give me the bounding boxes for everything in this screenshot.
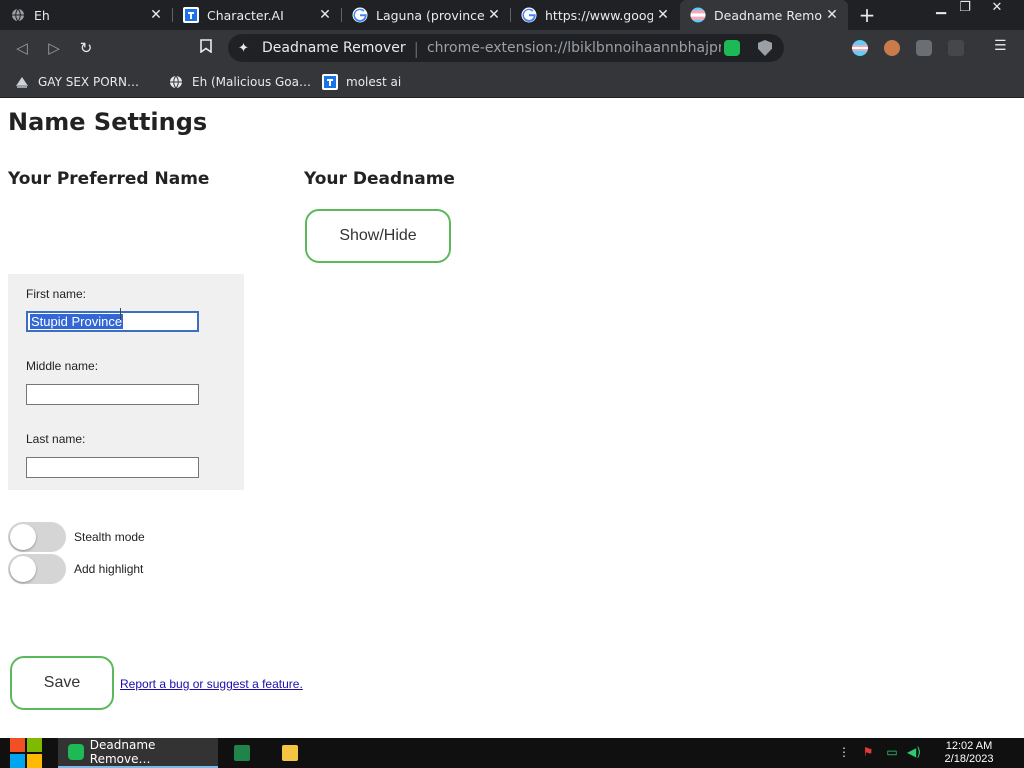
flag-icon[interactable]: ⚑ xyxy=(860,745,876,761)
tab-title: Eh xyxy=(34,7,50,23)
show-hide-button[interactable]: Show/Hide xyxy=(305,209,451,263)
google-icon xyxy=(352,7,368,23)
deadname-remover-app-icon xyxy=(68,744,84,760)
tab-strip: Eh ✕ Character.AI ✕ Laguna (province) - … xyxy=(0,0,1024,30)
bookmark-item[interactable]: GAY SEX PORN… xyxy=(14,73,139,91)
window-close-icon[interactable]: ✕ xyxy=(982,0,1012,18)
toggle-knob xyxy=(10,524,36,550)
bookmark-label: GAY SEX PORN… xyxy=(38,75,139,89)
extension-puzzle-icon: ✦ xyxy=(238,40,249,56)
deadname-remover-extension-icon[interactable] xyxy=(724,40,740,56)
back-icon[interactable]: ◁ xyxy=(12,38,32,58)
preferred-name-form: First name: Stupid Province Middle name:… xyxy=(8,274,244,490)
add-highlight-toggle[interactable] xyxy=(8,554,66,584)
forward-icon[interactable]: ▷ xyxy=(44,38,64,58)
globe-icon xyxy=(10,7,26,23)
tab-title: https://www.google. xyxy=(545,7,653,23)
browser-toolbar: ◁ ▷ ↻ ✦ Deadname Remover | chrome-extens… xyxy=(0,30,1024,66)
ublock-icon[interactable] xyxy=(916,40,932,56)
last-name-label: Last name: xyxy=(26,432,86,446)
close-icon[interactable]: ✕ xyxy=(653,7,673,23)
trans-flag-icon xyxy=(690,7,706,23)
stealth-mode-row: Stealth mode xyxy=(8,522,145,552)
character-ai-icon xyxy=(322,74,338,90)
character-ai-icon xyxy=(183,7,199,23)
address-page-name: Deadname Remover xyxy=(262,40,406,56)
sheets-app-icon[interactable] xyxy=(234,745,250,761)
deadname-heading: Your Deadname xyxy=(304,169,455,189)
bookmark-item[interactable]: Eh (Malicious Goa… xyxy=(168,73,311,91)
bookmark-label: molest ai xyxy=(346,75,402,89)
windows-start-icon[interactable] xyxy=(10,738,44,768)
address-separator: | xyxy=(413,38,419,58)
middle-name-label: Middle name: xyxy=(26,359,99,373)
windows-taskbar: Deadname Remove… ⋮ ⚑ ▭ ◀) 12:02 AM 2/18/… xyxy=(0,738,1024,768)
globe-icon xyxy=(168,74,184,90)
system-clock[interactable]: 12:02 AM 2/18/2023 xyxy=(932,740,1006,766)
add-highlight-label: Add highlight xyxy=(74,562,144,576)
close-icon[interactable]: ✕ xyxy=(822,7,842,23)
shield-icon[interactable] xyxy=(758,40,772,56)
avatar-extension-icon[interactable] xyxy=(884,40,900,56)
clock-time: 12:02 AM xyxy=(945,740,993,752)
tab-laguna[interactable]: Laguna (province) - ✕ xyxy=(342,0,510,30)
tab-character-ai[interactable]: Character.AI ✕ xyxy=(173,0,341,30)
stealth-mode-label: Stealth mode xyxy=(74,530,145,544)
bookmark-star-icon[interactable] xyxy=(196,38,216,58)
bookmarks-bar: GAY SEX PORN… Eh (Malicious Goa… molest … xyxy=(0,66,1024,98)
volume-icon[interactable]: ◀) xyxy=(906,745,922,761)
toggle-knob xyxy=(10,556,36,582)
menu-icon[interactable]: ☰ xyxy=(994,38,1007,54)
google-icon xyxy=(521,7,537,23)
clock-date: 2/18/2023 xyxy=(944,753,994,765)
preferred-name-heading: Your Preferred Name xyxy=(8,169,210,189)
tab-deadname-remover[interactable]: Deadname Remover ✕ xyxy=(680,0,848,30)
first-name-label: First name: xyxy=(26,287,87,301)
tab-google[interactable]: https://www.google. ✕ xyxy=(511,0,679,30)
extension-icon[interactable] xyxy=(948,40,964,56)
close-icon[interactable]: ✕ xyxy=(315,7,335,23)
last-name-input[interactable] xyxy=(26,457,199,478)
page-title: Name Settings xyxy=(8,108,208,136)
address-url: chrome-extension://lbiklbnnoihaannbhajpm… xyxy=(426,40,721,56)
tab-title: Laguna (province) - xyxy=(376,7,484,23)
tab-eh[interactable]: Eh ✕ xyxy=(0,0,172,30)
text-cursor-icon xyxy=(120,308,122,320)
restore-icon[interactable]: ❐ xyxy=(950,0,980,18)
close-icon[interactable]: ✕ xyxy=(146,7,166,23)
tab-title: Character.AI xyxy=(207,7,284,23)
tab-title: Deadname Remover xyxy=(714,7,822,23)
stealth-mode-toggle[interactable] xyxy=(8,522,66,552)
save-button[interactable]: Save xyxy=(10,656,114,710)
middle-name-input[interactable] xyxy=(26,384,199,405)
first-name-input[interactable]: Stupid Province xyxy=(26,311,199,332)
add-highlight-row: Add highlight xyxy=(8,554,143,584)
trans-flag-extension-icon[interactable] xyxy=(852,40,868,56)
taskbar-app-label: Deadname Remove… xyxy=(89,738,156,766)
report-bug-link[interactable]: Report a bug or suggest a feature. xyxy=(120,677,303,691)
file-explorer-icon[interactable] xyxy=(282,745,298,761)
close-icon[interactable]: ✕ xyxy=(484,7,504,23)
bookmark-item[interactable]: molest ai xyxy=(322,73,401,91)
taskbar-deadname-remover[interactable]: Deadname Remove… xyxy=(58,738,218,768)
reload-icon[interactable]: ↻ xyxy=(76,38,96,58)
bookmark-site-icon xyxy=(14,74,30,90)
bookmark-label: Eh (Malicious Goa… xyxy=(192,75,311,89)
more-tray-icon[interactable]: ⋮ xyxy=(836,745,852,761)
new-tab-button[interactable]: + xyxy=(856,4,878,26)
network-icon[interactable]: ▭ xyxy=(884,745,900,761)
extension-options-page: Name Settings Your Preferred Name Your D… xyxy=(0,100,1024,738)
address-bar[interactable]: ✦ Deadname Remover | chrome-extension://… xyxy=(228,34,784,62)
first-name-value: Stupid Province xyxy=(30,314,124,329)
